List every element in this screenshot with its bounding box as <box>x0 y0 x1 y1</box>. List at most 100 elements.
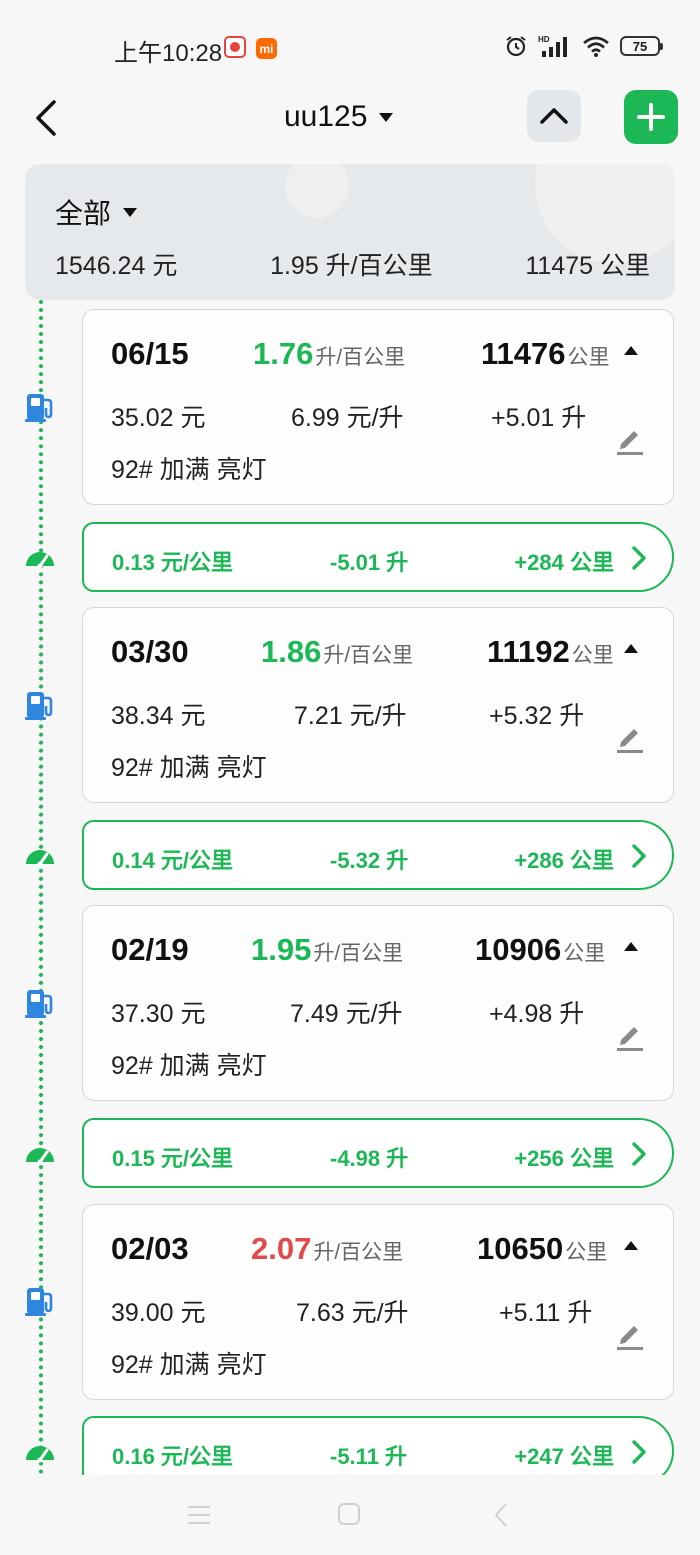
add-record-button[interactable] <box>624 90 678 144</box>
edit-pencil-icon[interactable] <box>615 422 645 456</box>
interval-card[interactable]: 0.15 元/公里 -4.98 升 +256 公里 <box>82 1118 674 1188</box>
consumption-unit: 升/百公里 <box>323 644 414 667</box>
signal-icon: HD <box>538 35 567 57</box>
caret-up-icon[interactable] <box>624 1241 638 1250</box>
interval-fuel-used: -4.98 升 <box>330 1146 409 1171</box>
record-date: 03/30 <box>111 634 189 669</box>
interval-cost-per-km: 0.13 元/公里 <box>112 550 234 575</box>
interval-cost-per-km: 0.16 元/公里 <box>112 1444 234 1469</box>
record-consumption: 1.95 升/百公里 <box>251 932 403 968</box>
consumption-unit: 升/百公里 <box>313 1241 404 1264</box>
record-consumption: 1.86 升/百公里 <box>261 634 413 670</box>
fuel-record-card[interactable]: 03/30 1.86 升/百公里 11192 公里 38.34 元 7.21 元… <box>82 607 674 803</box>
record-price: 7.21 元/升 <box>294 702 407 730</box>
caret-down-icon <box>379 112 394 122</box>
status-time: 上午10:28 <box>114 40 223 67</box>
interval-distance: +286 公里 <box>514 848 614 873</box>
decorative-circle <box>285 164 349 218</box>
interval-distance: +284 公里 <box>514 550 614 575</box>
edit-pencil-icon[interactable] <box>615 720 645 754</box>
record-price: 7.63 元/升 <box>296 1299 409 1327</box>
chevron-up-icon <box>540 108 568 124</box>
gauge-icon <box>26 552 54 569</box>
record-cost: 39.00 元 <box>111 1299 206 1327</box>
system-navigation-bar <box>0 1475 700 1555</box>
fuel-pump-icon <box>25 990 53 1018</box>
odometer-unit: 公里 <box>565 1241 608 1264</box>
back-arrow-icon[interactable] <box>30 98 64 138</box>
system-back-icon[interactable] <box>493 1502 509 1528</box>
svg-text:HD: HD <box>538 35 550 44</box>
record-volume: +5.32 升 <box>489 702 585 730</box>
record-cost: 37.30 元 <box>111 1000 206 1028</box>
caret-up-icon[interactable] <box>624 346 638 355</box>
fuel-record-card[interactable]: 02/19 1.95 升/百公里 10906 公里 37.30 元 7.49 元… <box>82 905 674 1101</box>
consumption-unit: 升/百公里 <box>313 942 404 965</box>
menu-icon[interactable] <box>186 1503 212 1527</box>
fuel-pump-icon <box>25 692 53 720</box>
record-note: 92# 加满 亮灯 <box>111 1052 267 1080</box>
total-distance: 11475 公里 <box>525 252 650 280</box>
interval-card[interactable]: 0.13 元/公里 -5.01 升 +284 公里 <box>82 522 674 592</box>
fuel-record-card[interactable]: 02/03 2.07 升/百公里 10650 公里 39.00 元 7.63 元… <box>82 1204 674 1400</box>
notification-app-icon <box>224 36 246 58</box>
collapse-button[interactable] <box>527 90 581 142</box>
interval-fuel-used: -5.01 升 <box>330 550 409 575</box>
filter-dropdown[interactable]: 全部 <box>55 192 138 232</box>
chevron-right-icon <box>632 1440 646 1464</box>
odometer-value: 11192 <box>487 634 570 669</box>
status-icons: HD 75 <box>504 34 663 58</box>
vehicle-selector[interactable]: uu125 <box>284 100 394 134</box>
wifi-icon <box>583 36 609 57</box>
page-title: uu125 <box>284 100 368 133</box>
battery-icon: 75 <box>620 36 663 56</box>
chevron-right-icon <box>632 844 646 868</box>
fuel-pump-icon <box>25 394 53 422</box>
record-note: 92# 加满 亮灯 <box>111 456 267 484</box>
gauge-icon <box>26 1148 54 1165</box>
record-price: 7.49 元/升 <box>290 1000 403 1028</box>
record-volume: +5.01 升 <box>491 404 587 432</box>
total-cost: 1546.24 元 <box>55 252 178 280</box>
interval-cost-per-km: 0.15 元/公里 <box>112 1146 234 1171</box>
edit-pencil-icon[interactable] <box>615 1317 645 1351</box>
interval-fuel-used: -5.32 升 <box>330 848 409 873</box>
odometer-value: 10650 <box>477 1231 564 1266</box>
nav-bar: uu125 <box>0 90 700 160</box>
record-volume: +4.98 升 <box>489 1000 585 1028</box>
record-volume: +5.11 升 <box>499 1299 593 1327</box>
fuel-pump-icon <box>25 1288 53 1316</box>
caret-up-icon[interactable] <box>624 942 638 951</box>
gauge-icon <box>26 850 54 867</box>
filter-label: 全部 <box>55 198 112 229</box>
odometer-value: 10906 <box>475 932 562 967</box>
odometer-value: 11476 <box>481 336 566 371</box>
chevron-right-icon <box>632 546 646 570</box>
record-date: 06/15 <box>111 336 189 371</box>
record-odometer: 10650 公里 <box>477 1231 607 1267</box>
record-consumption: 2.07 升/百公里 <box>251 1231 403 1267</box>
interval-fuel-used: -5.11 升 <box>330 1444 408 1469</box>
interval-distance: +247 公里 <box>514 1444 614 1469</box>
chevron-right-icon <box>632 1142 646 1166</box>
odometer-unit: 公里 <box>567 346 610 369</box>
interval-card[interactable]: 0.14 元/公里 -5.32 升 +286 公里 <box>82 820 674 890</box>
consumption-value: 1.76 <box>253 336 314 371</box>
record-odometer: 11192 公里 <box>487 634 614 670</box>
interval-cost-per-km: 0.14 元/公里 <box>112 848 234 873</box>
record-note: 92# 加满 亮灯 <box>111 1351 267 1379</box>
status-bar: 上午10:28 mi HD 75 <box>0 0 700 90</box>
odometer-unit: 公里 <box>571 644 614 667</box>
home-icon[interactable] <box>337 1502 361 1526</box>
fuel-record-card[interactable]: 06/15 1.76 升/百公里 11476 公里 35.02 元 6.99 元… <box>82 309 674 505</box>
record-price: 6.99 元/升 <box>291 404 404 432</box>
caret-up-icon[interactable] <box>624 644 638 653</box>
record-date: 02/19 <box>111 932 189 967</box>
consumption-value: 1.86 <box>261 634 322 669</box>
gauge-icon <box>26 1446 54 1463</box>
edit-pencil-icon[interactable] <box>615 1018 645 1052</box>
caret-down-icon <box>123 207 138 217</box>
alarm-icon <box>506 36 526 57</box>
record-odometer: 11476 公里 <box>481 336 610 372</box>
record-date: 02/03 <box>111 1231 189 1266</box>
